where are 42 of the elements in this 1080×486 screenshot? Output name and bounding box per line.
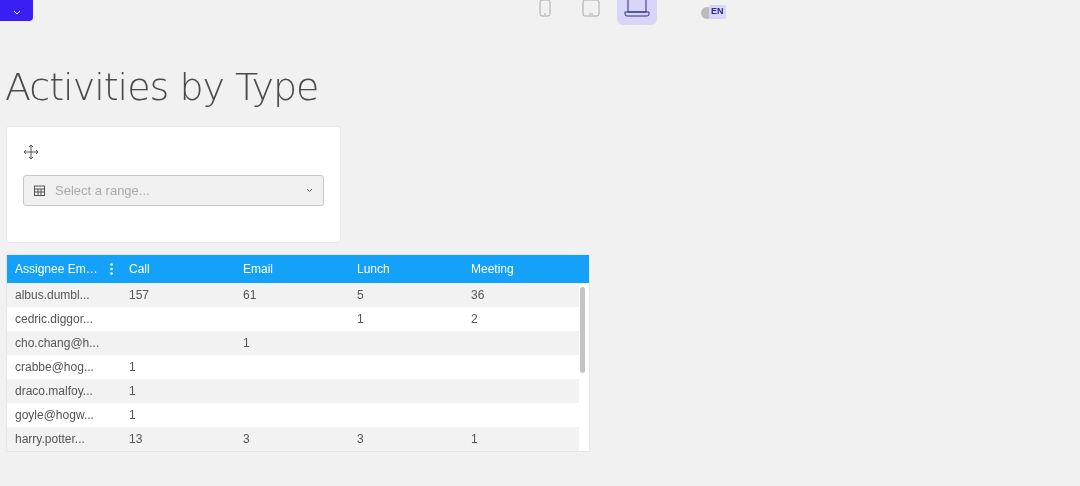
language-code: EN xyxy=(709,5,726,19)
tablet-icon xyxy=(582,0,600,17)
chevron-icon xyxy=(306,188,313,193)
table-cell: goyle@hogw... xyxy=(15,408,94,422)
phone-icon xyxy=(539,0,551,17)
device-button[interactable] xyxy=(617,0,657,25)
table-cell: cho.chang@h... xyxy=(15,336,100,350)
scrollbar[interactable] xyxy=(580,287,585,373)
column-header[interactable]: Meeting xyxy=(471,262,514,276)
chevron-icon xyxy=(12,9,21,16)
calendar-icon xyxy=(34,185,45,196)
table-cell: 1 xyxy=(129,408,136,422)
table-cell: 13 xyxy=(129,432,143,446)
table-cell: harry.potter... xyxy=(15,432,85,446)
more-vertical-icon[interactable] xyxy=(110,263,113,275)
table-cell: cedric.diggor... xyxy=(15,312,94,326)
table-cell: 5 xyxy=(357,288,364,302)
table-cell: crabbe@hog... xyxy=(15,360,94,374)
table-cell: 157 xyxy=(129,288,150,302)
column-header[interactable]: Email xyxy=(243,262,273,276)
page-title: Activities by Type xyxy=(5,64,320,110)
table-cell: albus.dumbl... xyxy=(15,288,90,302)
column-header[interactable]: Call xyxy=(129,262,150,276)
language-button[interactable]: EN xyxy=(700,0,728,20)
table-cell: 36 xyxy=(471,288,485,302)
date-range-select[interactable]: Select a range... xyxy=(23,175,324,206)
table-cell: 3 xyxy=(243,432,250,446)
table-cell: 1 xyxy=(471,432,478,446)
table-cell: 1 xyxy=(243,336,250,350)
table-cell: 2 xyxy=(471,312,478,326)
table-cell: 1 xyxy=(129,360,136,374)
table-cell: draco.malfoy... xyxy=(15,384,93,398)
laptop-icon xyxy=(624,0,650,17)
table-cell: 1 xyxy=(357,312,364,326)
table-cell: 61 xyxy=(243,288,257,302)
table-cell: 3 xyxy=(357,432,364,446)
table-cell: 1 xyxy=(129,384,136,398)
range-placeholder: Select a range... xyxy=(55,181,151,200)
column-header[interactable]: Lunch xyxy=(357,262,390,276)
menu-button[interactable] xyxy=(0,0,33,21)
move-icon[interactable] xyxy=(23,143,39,160)
column-header[interactable]: Assignee Em… xyxy=(15,260,98,278)
